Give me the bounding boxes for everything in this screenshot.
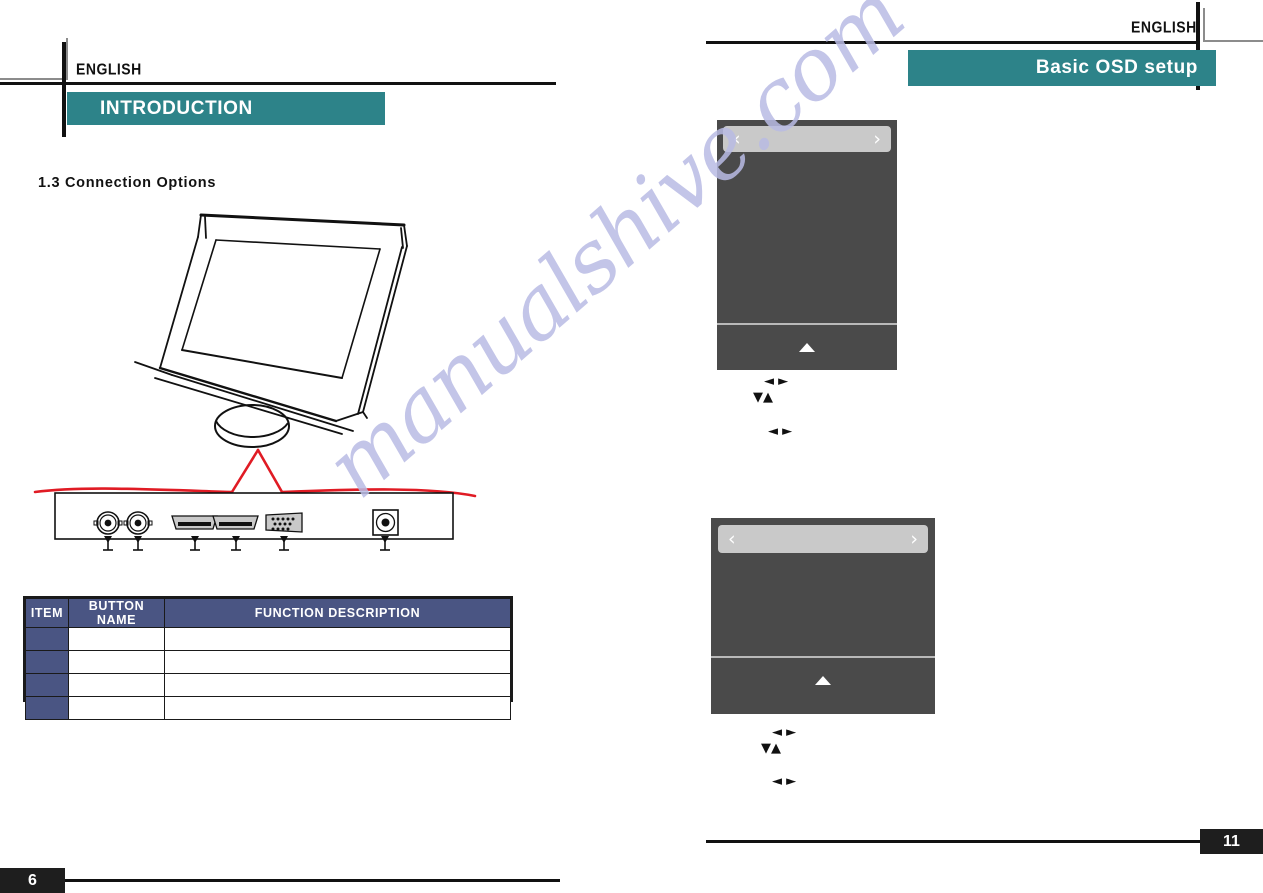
table-cell-item bbox=[25, 696, 69, 720]
hdmi-port-2 bbox=[212, 515, 259, 530]
table-cell-item bbox=[25, 627, 69, 651]
table-cell-button-name bbox=[68, 650, 165, 674]
osd-top-hint-3: ◄ ► bbox=[768, 425, 801, 438]
table-cell-function-description bbox=[164, 696, 511, 720]
table-header-row: ITEM BUTTON NAME FUNCTION DESCRIPTION bbox=[25, 598, 511, 628]
osd-top-footer[interactable] bbox=[717, 325, 897, 370]
left-corner-bracket-horizontal bbox=[0, 78, 68, 80]
table-header-item: ITEM bbox=[25, 598, 69, 628]
page-number-right: 11 bbox=[1200, 829, 1263, 854]
page-number-left-label: 6 bbox=[28, 871, 37, 889]
arrow-left-right-icon: ◄ ► bbox=[772, 725, 797, 740]
chevron-left-icon[interactable]: ‹ bbox=[718, 529, 746, 549]
left-language-label: ENGLISH bbox=[76, 60, 142, 78]
subheading-connection-options: 1.3 Connection Options bbox=[38, 175, 217, 191]
left-corner-bracket-vertical bbox=[66, 38, 68, 80]
arrow-left-right-icon: ◄ ► bbox=[772, 774, 797, 789]
vga-port bbox=[265, 512, 303, 533]
chevron-left-icon[interactable]: ‹ bbox=[723, 129, 751, 149]
osd-top-body bbox=[717, 158, 897, 323]
chevron-right-icon[interactable]: › bbox=[900, 529, 928, 549]
left-header-vertical-rule bbox=[62, 42, 66, 137]
osd-bottom-hint-3: ◄ ► bbox=[772, 775, 805, 788]
page-number-left: 6 bbox=[0, 868, 65, 893]
arrow-down-up-icon: ▼▲ bbox=[753, 390, 773, 405]
osd-bottom-body bbox=[711, 560, 935, 656]
bnc-connector-2 bbox=[123, 511, 153, 535]
table-cell-button-name bbox=[68, 673, 165, 697]
osd-bottom-header-bar[interactable]: ‹ › bbox=[718, 525, 928, 553]
section-banner-introduction: INTRODUCTION bbox=[67, 92, 385, 125]
table-cell-function-description bbox=[164, 650, 511, 674]
left-footer-rule bbox=[60, 879, 560, 882]
triangle-up-icon[interactable] bbox=[799, 343, 815, 352]
table-cell-function-description bbox=[164, 673, 511, 697]
section-banner-basic-osd-setup: Basic OSD setup bbox=[908, 50, 1216, 86]
osd-panel-top[interactable]: ‹ › bbox=[717, 120, 897, 370]
osd-bottom-hint-1: ◄ ► bbox=[772, 726, 805, 739]
osd-top-hint-1: ◄ ► bbox=[764, 375, 797, 388]
table-row bbox=[25, 650, 511, 674]
right-header-rule bbox=[706, 41, 1200, 44]
triangle-up-icon[interactable] bbox=[815, 676, 831, 685]
dc-power-jack bbox=[372, 509, 399, 536]
table-header-button-name: BUTTON NAME bbox=[68, 598, 165, 628]
table-row bbox=[25, 696, 511, 720]
right-footer-rule bbox=[706, 840, 1216, 843]
hdmi-port-1 bbox=[171, 515, 218, 530]
right-corner-bracket-horizontal bbox=[1203, 40, 1263, 42]
table-cell-function-description bbox=[164, 627, 511, 651]
arrow-left-right-icon: ◄ ► bbox=[768, 424, 793, 439]
osd-bottom-footer[interactable] bbox=[711, 658, 935, 703]
table-cell-item bbox=[25, 650, 69, 674]
arrow-down-up-icon: ▼▲ bbox=[761, 741, 781, 756]
manual-page-spread: manualshive.com ENGLISH INTRODUCTION 1.3… bbox=[0, 0, 1263, 893]
right-page: ENGLISH Basic OSD setup ‹ › ◄ ► ▼▲ ◄ ► ‹… bbox=[620, 0, 1263, 893]
table-cell-item bbox=[25, 673, 69, 697]
right-corner-bracket-vertical bbox=[1203, 8, 1205, 42]
table-row bbox=[25, 627, 511, 651]
rear-connector-panel-drawing bbox=[33, 448, 477, 551]
right-language-label: ENGLISH bbox=[1131, 18, 1197, 36]
bnc-connector-1 bbox=[93, 511, 123, 535]
left-page: ENGLISH INTRODUCTION 1.3 Connection Opti… bbox=[0, 0, 620, 893]
section-banner-label: Basic OSD setup bbox=[1035, 57, 1198, 78]
osd-top-hint-2: ▼▲ bbox=[753, 391, 782, 404]
table-cell-button-name bbox=[68, 696, 165, 720]
arrow-left-right-icon: ◄ ► bbox=[764, 374, 789, 389]
button-function-table: ITEM BUTTON NAME FUNCTION DESCRIPTION bbox=[23, 596, 513, 720]
osd-panel-bottom[interactable]: ‹ › bbox=[711, 518, 935, 714]
section-banner-label: INTRODUCTION bbox=[100, 97, 253, 119]
page-number-right-label: 11 bbox=[1223, 832, 1240, 850]
lcd-monitor-line-drawing bbox=[134, 213, 408, 448]
osd-bottom-hint-2: ▼▲ bbox=[761, 742, 790, 755]
left-header-rule bbox=[0, 82, 556, 85]
table-header-function-description: FUNCTION DESCRIPTION bbox=[164, 598, 511, 628]
table-row bbox=[25, 673, 511, 697]
osd-top-header-bar[interactable]: ‹ › bbox=[723, 126, 891, 152]
table-cell-button-name bbox=[68, 627, 165, 651]
chevron-right-icon[interactable]: › bbox=[863, 129, 891, 149]
button-function-table-grid: ITEM BUTTON NAME FUNCTION DESCRIPTION bbox=[25, 598, 511, 720]
